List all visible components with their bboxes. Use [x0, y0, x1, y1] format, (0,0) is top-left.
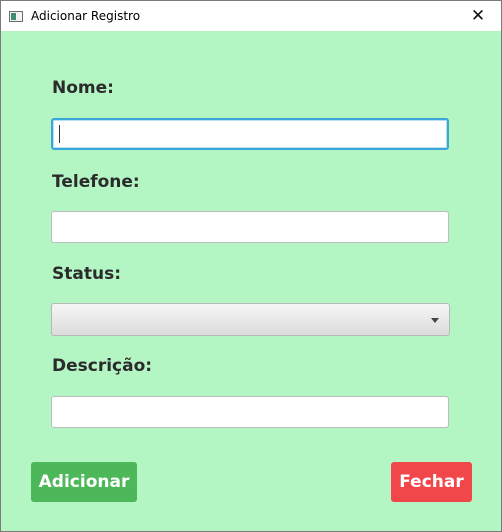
descricao-label: Descrição:	[52, 356, 153, 376]
add-button[interactable]: Adicionar	[31, 462, 137, 502]
status-select[interactable]	[51, 303, 450, 336]
nome-label: Nome:	[52, 78, 114, 98]
close-button[interactable]: Fechar	[391, 462, 472, 502]
close-icon[interactable]: ✕	[455, 1, 501, 31]
text-caret	[59, 125, 60, 143]
app-window-icon	[9, 10, 23, 22]
telefone-input[interactable]	[51, 211, 449, 243]
telefone-label: Telefone:	[52, 172, 140, 192]
chevron-down-icon	[431, 318, 439, 323]
title-bar[interactable]: Adicionar Registro ✕	[1, 1, 501, 31]
dialog-window: Adicionar Registro ✕ Nome: Telefone: Sta…	[0, 0, 502, 532]
nome-input[interactable]	[51, 118, 449, 150]
descricao-input[interactable]	[51, 396, 449, 428]
status-label: Status:	[52, 264, 121, 284]
window-title: Adicionar Registro	[31, 9, 141, 23]
